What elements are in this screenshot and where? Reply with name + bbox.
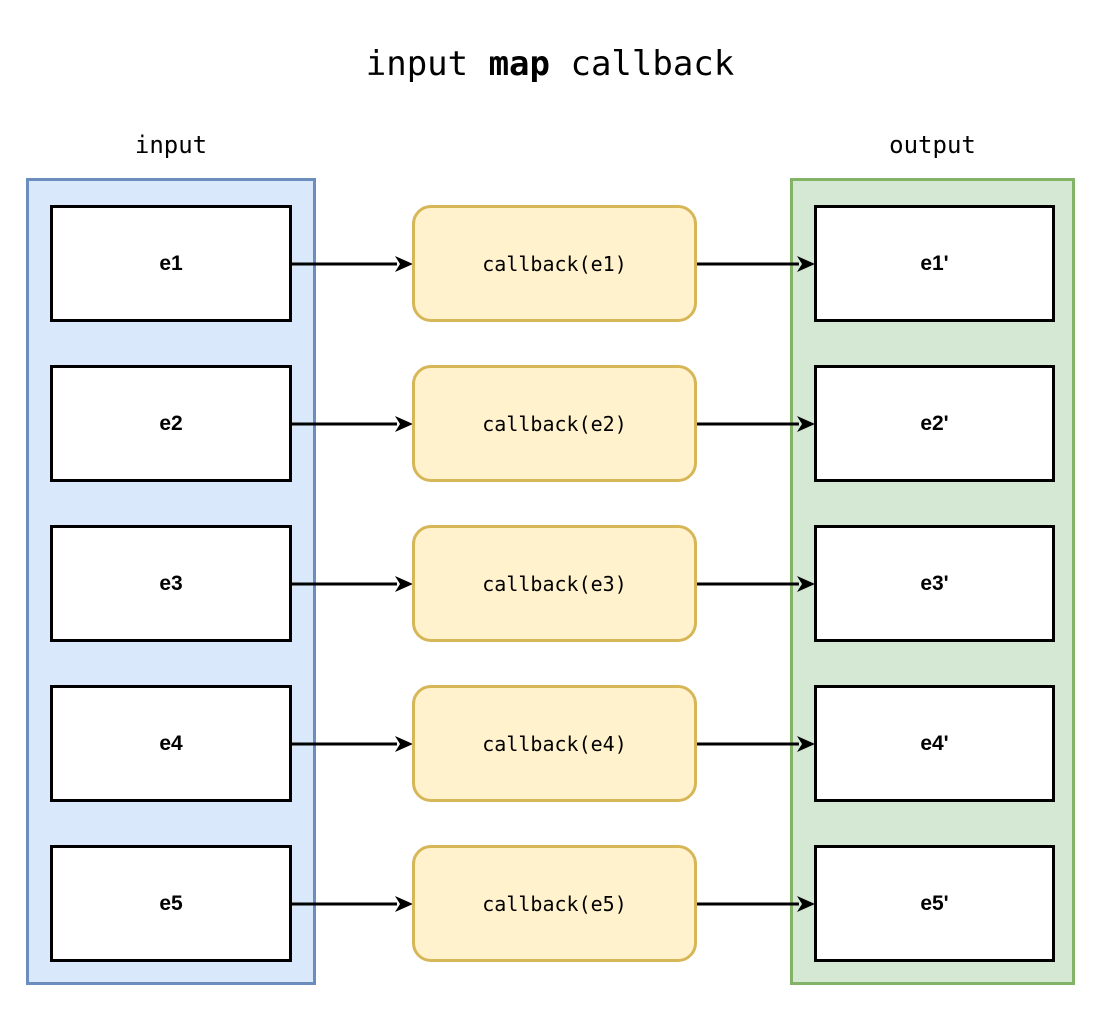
input-element-box[interactable]: e5: [50, 845, 292, 962]
input-element-label: e5: [159, 891, 183, 915]
arrow-input-to-callback: [292, 735, 413, 753]
output-element-box[interactable]: e2': [814, 365, 1055, 482]
diagram-row: e5 callback(e5) e5': [0, 845, 1100, 962]
page-title: input map callback: [0, 44, 1100, 84]
output-element-box[interactable]: e4': [814, 685, 1055, 802]
arrow-input-to-callback: [292, 255, 413, 273]
input-element-box[interactable]: e3: [50, 525, 292, 642]
input-element-box[interactable]: e1: [50, 205, 292, 322]
callback-process-box[interactable]: callback(e5): [412, 845, 697, 962]
callback-label: callback(e1): [482, 251, 627, 276]
diagram-row: e1 callback(e1) e1': [0, 205, 1100, 322]
output-element-box[interactable]: e3': [814, 525, 1055, 642]
callback-process-box[interactable]: callback(e1): [412, 205, 697, 322]
diagram-row: e3 callback(e3) e3': [0, 525, 1100, 642]
input-element-label: e2: [159, 411, 183, 435]
title-suffix: callback: [550, 44, 735, 84]
diagram-row: e4 callback(e4) e4': [0, 685, 1100, 802]
callback-label: callback(e4): [482, 731, 627, 756]
output-element-label: e3': [920, 571, 949, 595]
arrow-callback-to-output: [697, 415, 815, 433]
callback-process-box[interactable]: callback(e3): [412, 525, 697, 642]
output-element-box[interactable]: e1': [814, 205, 1055, 322]
diagram-row: e2 callback(e2) e2': [0, 365, 1100, 482]
arrow-input-to-callback: [292, 415, 413, 433]
callback-process-box[interactable]: callback(e2): [412, 365, 697, 482]
arrow-callback-to-output: [697, 895, 815, 913]
output-column-label: output: [889, 131, 976, 159]
callback-label: callback(e5): [482, 891, 627, 916]
callback-label: callback(e2): [482, 411, 627, 436]
diagram-canvas: input map callback input output e1 callb…: [0, 0, 1100, 1014]
title-emphasis: map: [488, 44, 550, 84]
input-element-box[interactable]: e4: [50, 685, 292, 802]
output-element-label: e2': [920, 411, 949, 435]
output-element-label: e1': [920, 251, 949, 275]
output-element-label: e4': [920, 731, 949, 755]
input-element-box[interactable]: e2: [50, 365, 292, 482]
arrow-input-to-callback: [292, 575, 413, 593]
input-column-label: input: [134, 131, 208, 159]
arrow-input-to-callback: [292, 895, 413, 913]
arrow-callback-to-output: [697, 575, 815, 593]
arrow-callback-to-output: [697, 735, 815, 753]
input-element-label: e4: [159, 731, 183, 755]
input-element-label: e3: [159, 571, 183, 595]
arrow-callback-to-output: [697, 255, 815, 273]
input-element-label: e1: [159, 251, 183, 275]
callback-label: callback(e3): [482, 571, 627, 596]
output-element-box[interactable]: e5': [814, 845, 1055, 962]
title-prefix: input: [365, 44, 489, 84]
callback-process-box[interactable]: callback(e4): [412, 685, 697, 802]
output-element-label: e5': [920, 891, 949, 915]
